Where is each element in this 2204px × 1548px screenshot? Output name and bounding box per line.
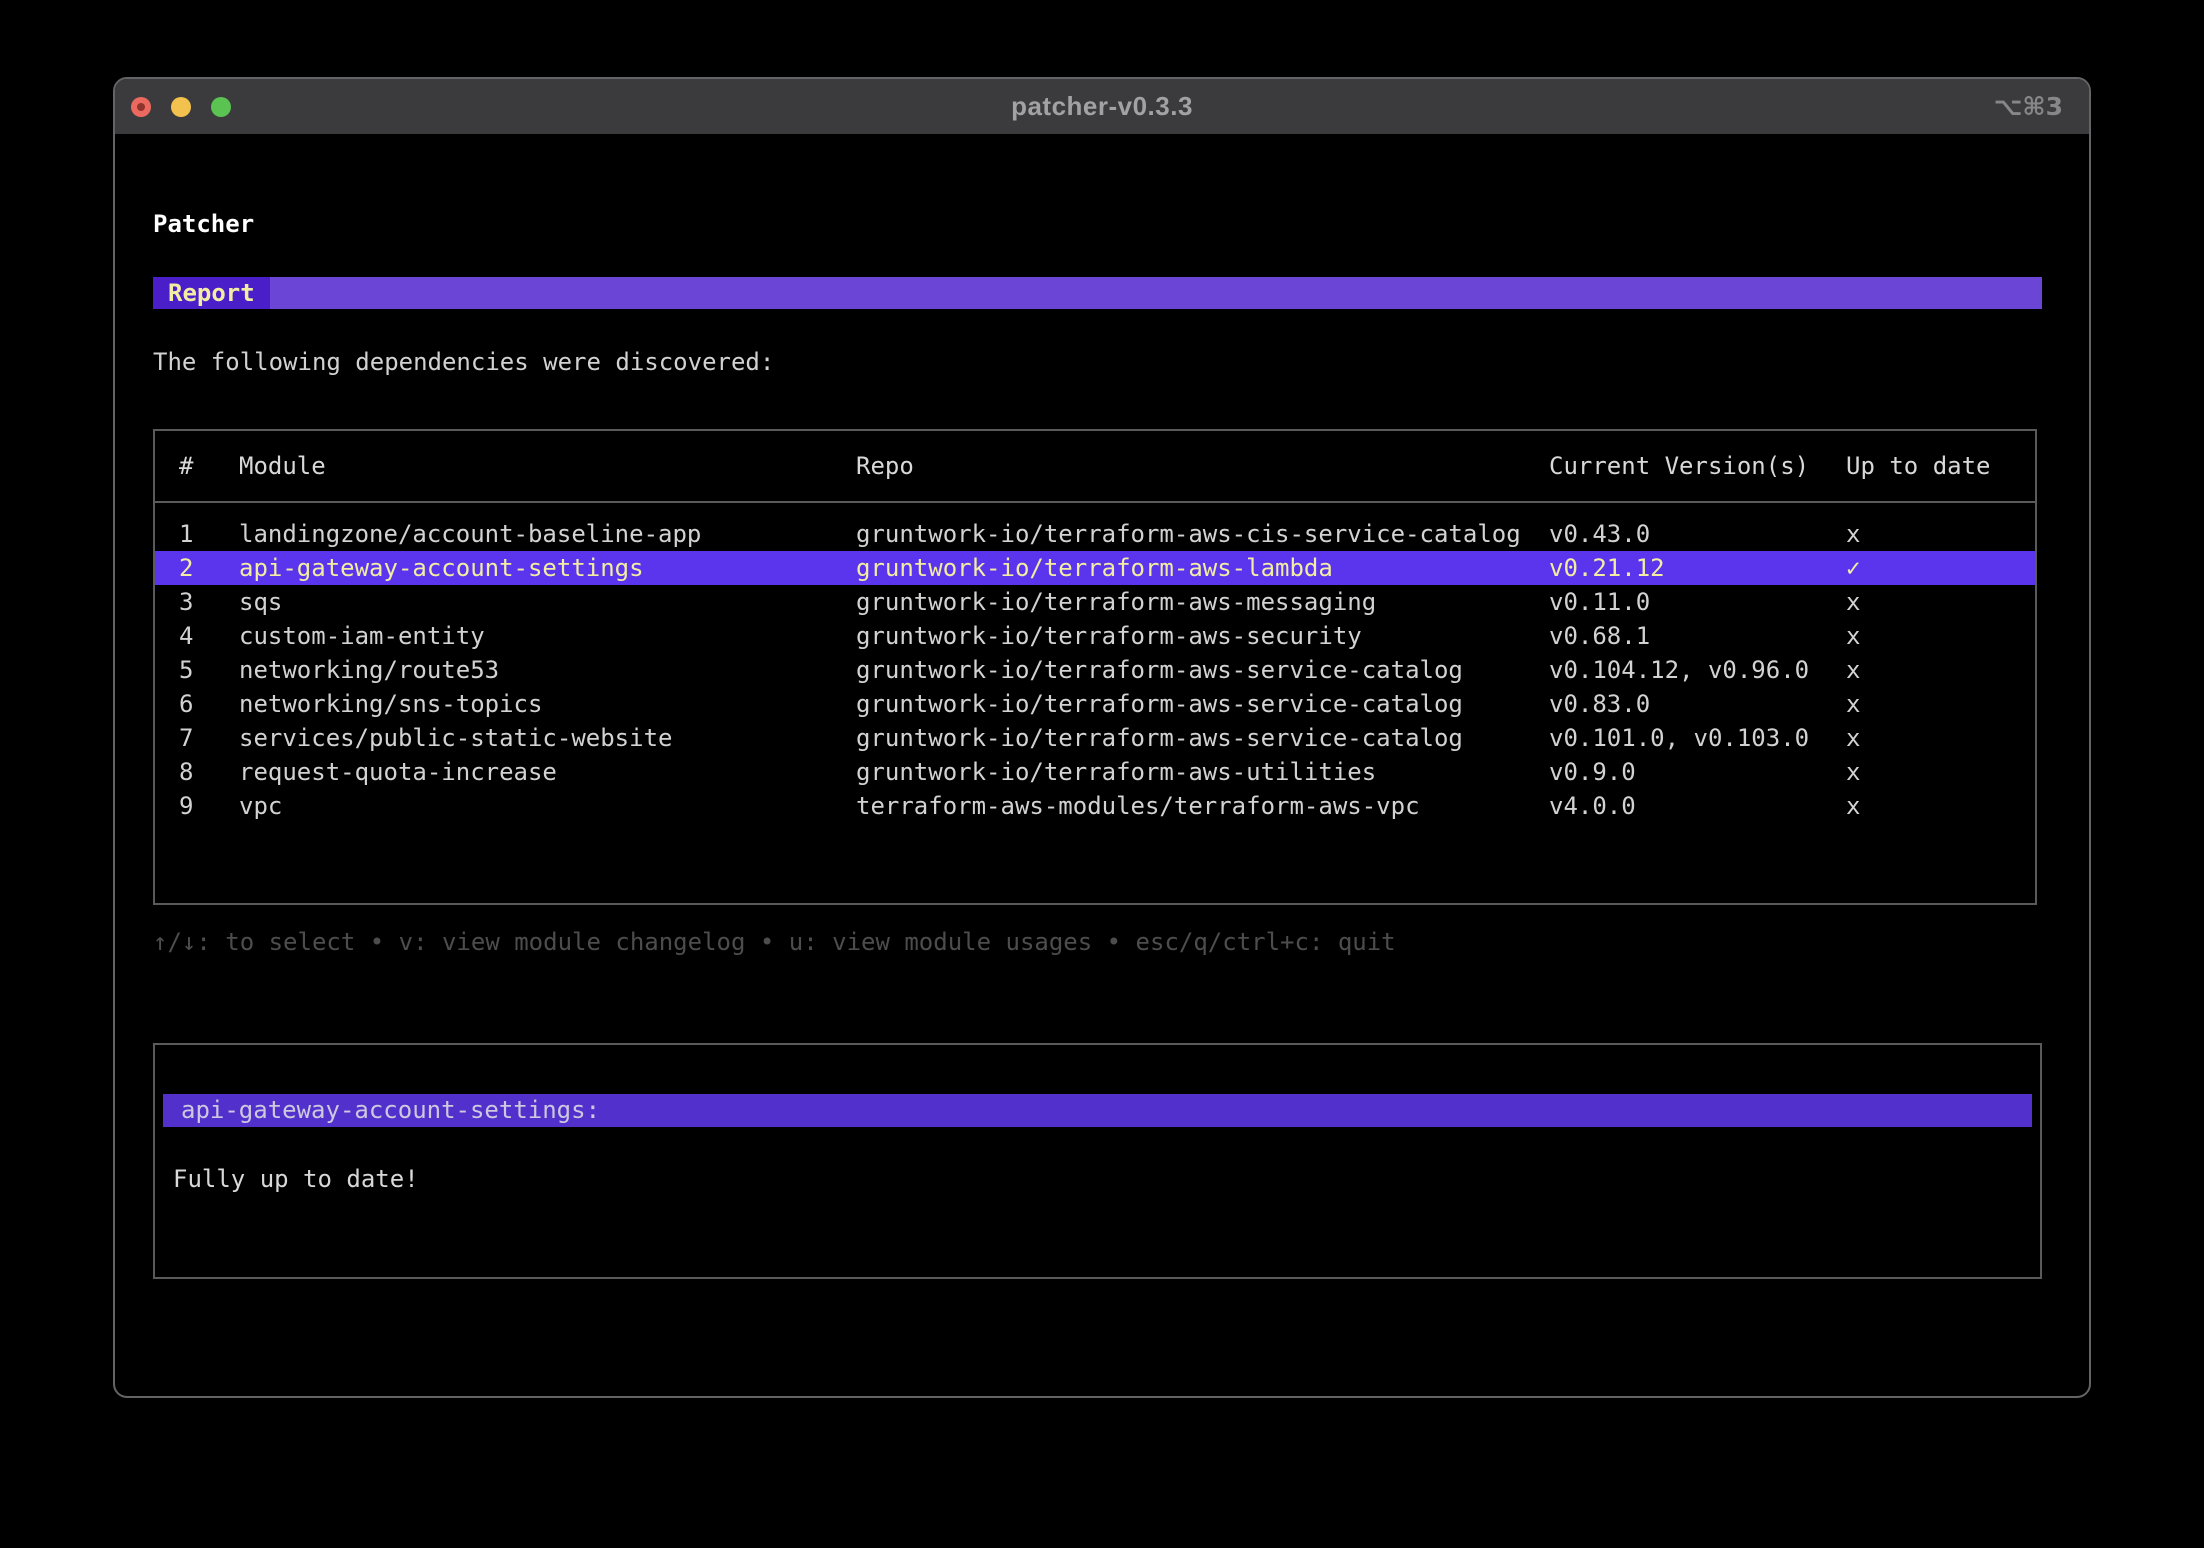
row-module: networking/route53 — [239, 656, 500, 684]
row-up-to-date-mark: x — [1846, 724, 1861, 752]
row-repo: gruntwork-io/terraform-aws-service-catal… — [856, 690, 1463, 718]
table-row[interactable]: 7 services/public-static-website gruntwo… — [155, 721, 2035, 755]
row-number: 5 — [179, 656, 194, 684]
table-body: 1 landingzone/account-baseline-app grunt… — [155, 517, 2035, 823]
row-number: 1 — [179, 520, 194, 548]
table-row[interactable]: 6 networking/sns-topics gruntwork-io/ter… — [155, 687, 2035, 721]
row-up-to-date-mark: x — [1846, 792, 1861, 820]
row-module: networking/sns-topics — [239, 690, 543, 718]
table-row[interactable]: 1 landingzone/account-baseline-app grunt… — [155, 517, 2035, 551]
table-row[interactable]: 8 request-quota-increase gruntwork-io/te… — [155, 755, 2035, 789]
app-window: patcher-v0.3.3 ⌥⌘3 Patcher Report The fo… — [113, 77, 2091, 1398]
window-titlebar[interactable]: patcher-v0.3.3 ⌥⌘3 — [115, 79, 2089, 134]
tab-report[interactable]: Report — [153, 277, 270, 309]
row-versions: v4.0.0 — [1549, 792, 1636, 820]
zoom-button[interactable] — [211, 96, 231, 117]
row-module: landingzone/account-baseline-app — [239, 520, 702, 548]
header-up-to-date: Up to date — [1846, 452, 1991, 480]
header-number: # — [179, 452, 194, 480]
row-number: 2 — [179, 554, 194, 582]
row-module: sqs — [239, 588, 283, 616]
row-module: services/public-static-website — [239, 724, 673, 752]
row-repo: gruntwork-io/terraform-aws-security — [856, 622, 1362, 650]
header-current-versions: Current Version(s) — [1549, 452, 1810, 480]
row-repo: terraform-aws-modules/terraform-aws-vpc — [856, 792, 1420, 820]
table-row[interactable]: 3 sqs gruntwork-io/terraform-aws-messagi… — [155, 585, 2035, 619]
window-title: patcher-v0.3.3 — [1011, 91, 1193, 121]
close-button[interactable] — [131, 96, 151, 117]
row-repo: gruntwork-io/terraform-aws-lambda — [856, 554, 1333, 582]
row-repo: gruntwork-io/terraform-aws-service-catal… — [856, 724, 1463, 752]
header-module: Module — [239, 452, 326, 480]
minimize-button[interactable] — [171, 96, 191, 117]
table-row[interactable]: 5 networking/route53 gruntwork-io/terraf… — [155, 653, 2035, 687]
app-heading: Patcher — [153, 210, 255, 238]
row-number: 9 — [179, 792, 194, 820]
row-versions: v0.11.0 — [1549, 588, 1651, 616]
table-header-row: # Module Repo Current Version(s) Up to d… — [155, 449, 2035, 483]
row-versions: v0.21.12 — [1549, 554, 1665, 582]
detail-status-text: Fully up to date! — [173, 1165, 419, 1193]
row-versions: v0.43.0 — [1549, 520, 1651, 548]
row-number: 8 — [179, 758, 194, 786]
row-versions: v0.9.0 — [1549, 758, 1636, 786]
row-number: 6 — [179, 690, 194, 718]
row-versions: v0.101.0, v0.103.0 — [1549, 724, 1810, 752]
keyboard-hints: ↑/↓: to select • v: view module changelo… — [153, 928, 1396, 956]
traffic-lights — [131, 79, 231, 134]
row-number: 3 — [179, 588, 194, 616]
row-repo: gruntwork-io/terraform-aws-utilities — [856, 758, 1377, 786]
row-up-to-date-mark: x — [1846, 622, 1861, 650]
row-module: request-quota-increase — [239, 758, 557, 786]
row-up-to-date-mark: x — [1846, 520, 1861, 548]
row-versions: v0.83.0 — [1549, 690, 1651, 718]
row-up-to-date-mark: x — [1846, 588, 1861, 616]
table-row[interactable]: 9 vpc terraform-aws-modules/terraform-aw… — [155, 789, 2035, 823]
row-up-to-date-mark: x — [1846, 758, 1861, 786]
row-versions: v0.104.12, v0.96.0 — [1549, 656, 1810, 684]
row-module: vpc — [239, 792, 283, 820]
intro-text: The following dependencies were discover… — [153, 348, 775, 376]
row-number: 7 — [179, 724, 194, 752]
row-repo: gruntwork-io/terraform-aws-service-catal… — [856, 656, 1463, 684]
header-separator — [155, 501, 2035, 503]
row-versions: v0.68.1 — [1549, 622, 1651, 650]
row-up-to-date-mark: ✓ — [1846, 554, 1861, 582]
window-shortcut-badge: ⌥⌘3 — [1993, 92, 2063, 121]
table-row[interactable]: 4 custom-iam-entity gruntwork-io/terrafo… — [155, 619, 2035, 653]
row-up-to-date-mark: x — [1846, 656, 1861, 684]
row-module: api-gateway-account-settings — [239, 554, 644, 582]
dependencies-table: # Module Repo Current Version(s) Up to d… — [153, 429, 2037, 905]
detail-module-heading: api-gateway-account-settings: — [163, 1094, 2032, 1127]
module-detail-panel: api-gateway-account-settings: Fully up t… — [153, 1043, 2042, 1279]
row-number: 4 — [179, 622, 194, 650]
row-module: custom-iam-entity — [239, 622, 485, 650]
row-repo: gruntwork-io/terraform-aws-cis-service-c… — [856, 520, 1521, 548]
row-up-to-date-mark: x — [1846, 690, 1861, 718]
header-repo: Repo — [856, 452, 914, 480]
row-repo: gruntwork-io/terraform-aws-messaging — [856, 588, 1377, 616]
report-tab-bar: Report — [153, 277, 2042, 309]
table-row[interactable]: 2 api-gateway-account-settings gruntwork… — [155, 551, 2035, 585]
